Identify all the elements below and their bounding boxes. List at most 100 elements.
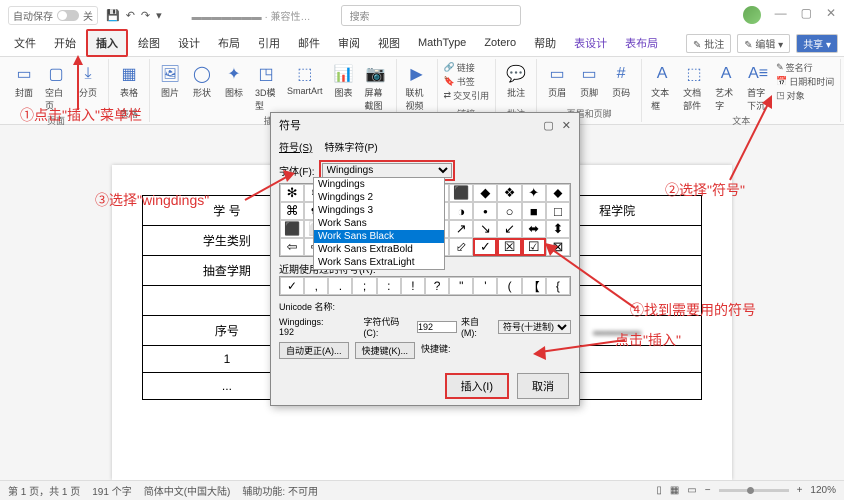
tab-table-layout[interactable]: 表布局 [617, 31, 666, 55]
minimize-icon[interactable]: — [775, 6, 787, 24]
tab-insert[interactable]: 插入 [86, 29, 128, 57]
recent-cell[interactable]: , [304, 277, 328, 295]
symbol-cell[interactable]: ✻ [280, 184, 304, 202]
tab-table-design[interactable]: 表设计 [566, 31, 615, 55]
font-select[interactable]: Wingdings [322, 163, 452, 178]
symbol-cell[interactable]: ↘ [473, 220, 497, 238]
recent-cell[interactable]: : [377, 277, 401, 295]
dropcap-button[interactable]: A≡首字下沉 [744, 61, 772, 114]
symbol-cell[interactable]: □ [546, 202, 570, 220]
recent-cell[interactable]: " [449, 277, 473, 295]
symbol-cell[interactable]: ↙ [497, 220, 521, 238]
dropdown-item[interactable]: Wingdings [314, 178, 444, 191]
dialog-close-icon[interactable]: ✕ [562, 119, 571, 132]
datetime-button[interactable]: 📅 日期和时间 [776, 75, 834, 88]
zoom-level[interactable]: 120% [810, 485, 836, 496]
symbol-cell[interactable]: ⊠ [546, 238, 570, 256]
object-button[interactable]: ◳ 对象 [776, 89, 834, 102]
smartart-button[interactable]: ⬚SmartArt [284, 61, 326, 98]
shapes-button[interactable]: ◯形状 [188, 61, 216, 101]
cancel-button[interactable]: 取消 [517, 373, 569, 399]
language[interactable]: 简体中文(中国大陆) [144, 483, 231, 498]
autocorrect-button[interactable]: 自动更正(A)... [279, 342, 349, 359]
recent-cell[interactable]: ✓ [280, 277, 304, 295]
parts-button[interactable]: ⬚文档部件 [680, 61, 708, 114]
crossref-button[interactable]: ⇄ 交叉引用 [444, 89, 490, 102]
recent-cell[interactable]: { [546, 277, 570, 295]
signature-button[interactable]: ✎ 签名行 [776, 61, 834, 74]
symbol-cell[interactable]: ⌘ [280, 202, 304, 220]
insert-button[interactable]: 插入(I) [445, 373, 509, 399]
tab-special[interactable]: 特殊字符(P) [324, 139, 377, 154]
avatar[interactable] [743, 6, 761, 24]
symbol-cell[interactable]: ⇦ [280, 238, 304, 256]
page-info[interactable]: 第 1 页，共 1 页 [8, 483, 80, 498]
symbol-cell[interactable]: • [473, 202, 497, 220]
dropdown-item[interactable]: Work Sans Black [314, 230, 444, 243]
symbol-cell[interactable]: ◆ [473, 184, 497, 202]
tab-view[interactable]: 视图 [370, 31, 408, 55]
symbol-cell[interactable]: ⬛ [449, 184, 473, 202]
tab-mathtype[interactable]: MathType [410, 33, 474, 53]
dropdown-item[interactable]: Work Sans ExtraLight [314, 256, 444, 269]
symbol-cell[interactable]: ☒ [497, 238, 521, 256]
textbox-button[interactable]: A文本框 [648, 61, 676, 114]
link-button[interactable]: 🔗 链接 [444, 61, 490, 74]
tab-layout[interactable]: 布局 [210, 31, 248, 55]
charcode-input[interactable] [417, 321, 457, 333]
3d-button[interactable]: ◳3D模型 [252, 61, 280, 114]
symbol-cell[interactable]: ⬌ [522, 220, 546, 238]
recent-cell[interactable]: . [328, 277, 352, 295]
footer-button[interactable]: ▭页脚 [575, 61, 603, 101]
symbol-cell[interactable]: ◑ [449, 202, 473, 220]
symbol-cell[interactable]: ✓ [473, 238, 497, 256]
word-count[interactable]: 191 个字 [92, 483, 131, 498]
tab-draw[interactable]: 绘图 [130, 31, 168, 55]
accessibility[interactable]: 辅助功能: 不可用 [242, 483, 318, 498]
search-input[interactable]: 搜索 [341, 5, 521, 26]
autosave-toggle[interactable]: 自动保存 关 [8, 6, 98, 25]
symbol-cell[interactable]: ☑ [522, 238, 546, 256]
share-button[interactable]: 共享 ▾ [796, 34, 838, 53]
recent-cell[interactable]: ? [425, 277, 449, 295]
symbol-cell[interactable]: ❖ [497, 184, 521, 202]
maximize-icon[interactable]: ▢ [801, 6, 812, 24]
from-select[interactable]: 符号(十进制) [498, 320, 571, 334]
symbol-cell[interactable]: ⬍ [546, 220, 570, 238]
recent-cell[interactable]: ! [401, 277, 425, 295]
dialog-max-icon[interactable]: ▢ [543, 119, 553, 132]
view-web-icon[interactable]: ▭ [687, 485, 696, 496]
view-print-icon[interactable]: ▦ [670, 485, 679, 496]
chart-button[interactable]: 📊图表 [330, 61, 358, 101]
tab-zotero[interactable]: Zotero [476, 33, 524, 53]
dropdown-item[interactable]: Wingdings 3 [314, 204, 444, 217]
blank-page-button[interactable]: ▢空白页 [42, 61, 70, 114]
tab-review[interactable]: 审阅 [330, 31, 368, 55]
symbol-cell[interactable]: ⬛ [280, 220, 304, 238]
icons-button[interactable]: ✦图标 [220, 61, 248, 101]
tab-symbols[interactable]: 符号(S) [279, 139, 312, 154]
dialog-titlebar[interactable]: 符号 ▢✕ [271, 113, 579, 137]
video-button[interactable]: ▶联机视频 [403, 61, 431, 114]
page-break-button[interactable]: ⤓分页 [74, 61, 102, 101]
qat-more-icon[interactable]: ▾ [156, 9, 162, 22]
recent-cell[interactable]: ' [473, 277, 497, 295]
tab-help[interactable]: 帮助 [526, 31, 564, 55]
zoom-slider[interactable] [719, 489, 789, 492]
tab-home[interactable]: 开始 [46, 31, 84, 55]
pagenum-button[interactable]: #页码 [607, 61, 635, 101]
symbol-cell[interactable]: ○ [497, 202, 521, 220]
undo-icon[interactable]: ↶ [126, 9, 135, 22]
recent-cell[interactable]: ; [352, 277, 376, 295]
close-icon[interactable]: ✕ [826, 6, 836, 24]
symbol-cell[interactable]: ⬥ [546, 184, 570, 202]
symbol-cell[interactable]: ⬃ [449, 238, 473, 256]
bookmark-button[interactable]: 🔖 书签 [444, 75, 490, 88]
symbol-cell[interactable]: ■ [522, 202, 546, 220]
tab-references[interactable]: 引用 [250, 31, 288, 55]
dropdown-item[interactable]: Wingdings 2 [314, 191, 444, 204]
symbol-cell[interactable]: ✦ [522, 184, 546, 202]
tab-file[interactable]: 文件 [6, 31, 44, 55]
dropdown-item[interactable]: Work Sans [314, 217, 444, 230]
header-button[interactable]: ▭页眉 [543, 61, 571, 101]
